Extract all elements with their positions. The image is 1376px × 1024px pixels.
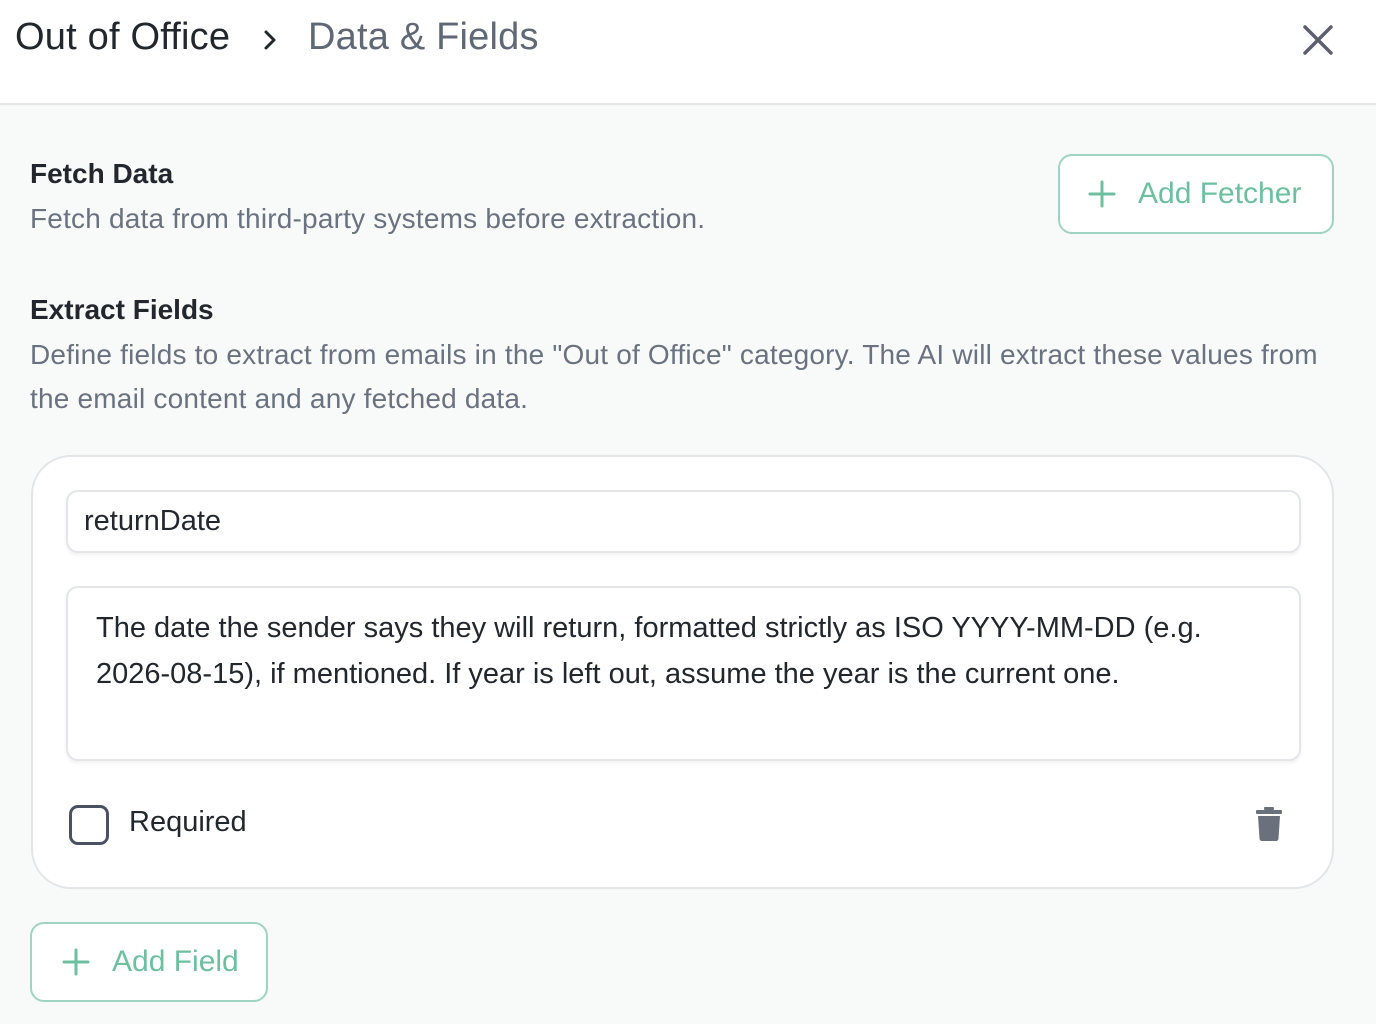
close-icon (1303, 25, 1333, 55)
add-field-label: Add Field (112, 945, 239, 978)
plus-icon (1088, 180, 1116, 208)
plus-icon (62, 948, 90, 976)
chevron-right-icon (258, 26, 282, 54)
fetch-data-title: Fetch Data (30, 158, 174, 189)
extract-fields-description: Define fields to extract from emails in … (30, 339, 1318, 414)
required-checkbox[interactable] (69, 805, 109, 845)
add-fetcher-label: Add Fetcher (1138, 177, 1302, 210)
close-button[interactable] (1296, 18, 1340, 62)
delete-field-button[interactable] (1256, 807, 1282, 841)
fetch-data-description: Fetch data from third-party systems befo… (30, 203, 706, 234)
breadcrumb-current: Data & Fields (308, 16, 539, 58)
add-fetcher-button[interactable]: Add Fetcher (1058, 154, 1334, 234)
field-name-input[interactable] (66, 490, 1301, 553)
add-field-button[interactable]: Add Field (30, 922, 268, 1002)
breadcrumb-root[interactable]: Out of Office (15, 16, 230, 59)
extract-fields-title: Extract Fields (30, 294, 214, 325)
required-label: Required (129, 806, 247, 838)
field-card: The date the sender says they will retur… (31, 455, 1334, 889)
trash-icon (1256, 807, 1282, 841)
page-header: Out of Office Data & Fields (0, 0, 1376, 105)
field-description-textarea[interactable]: The date the sender says they will retur… (66, 586, 1301, 761)
